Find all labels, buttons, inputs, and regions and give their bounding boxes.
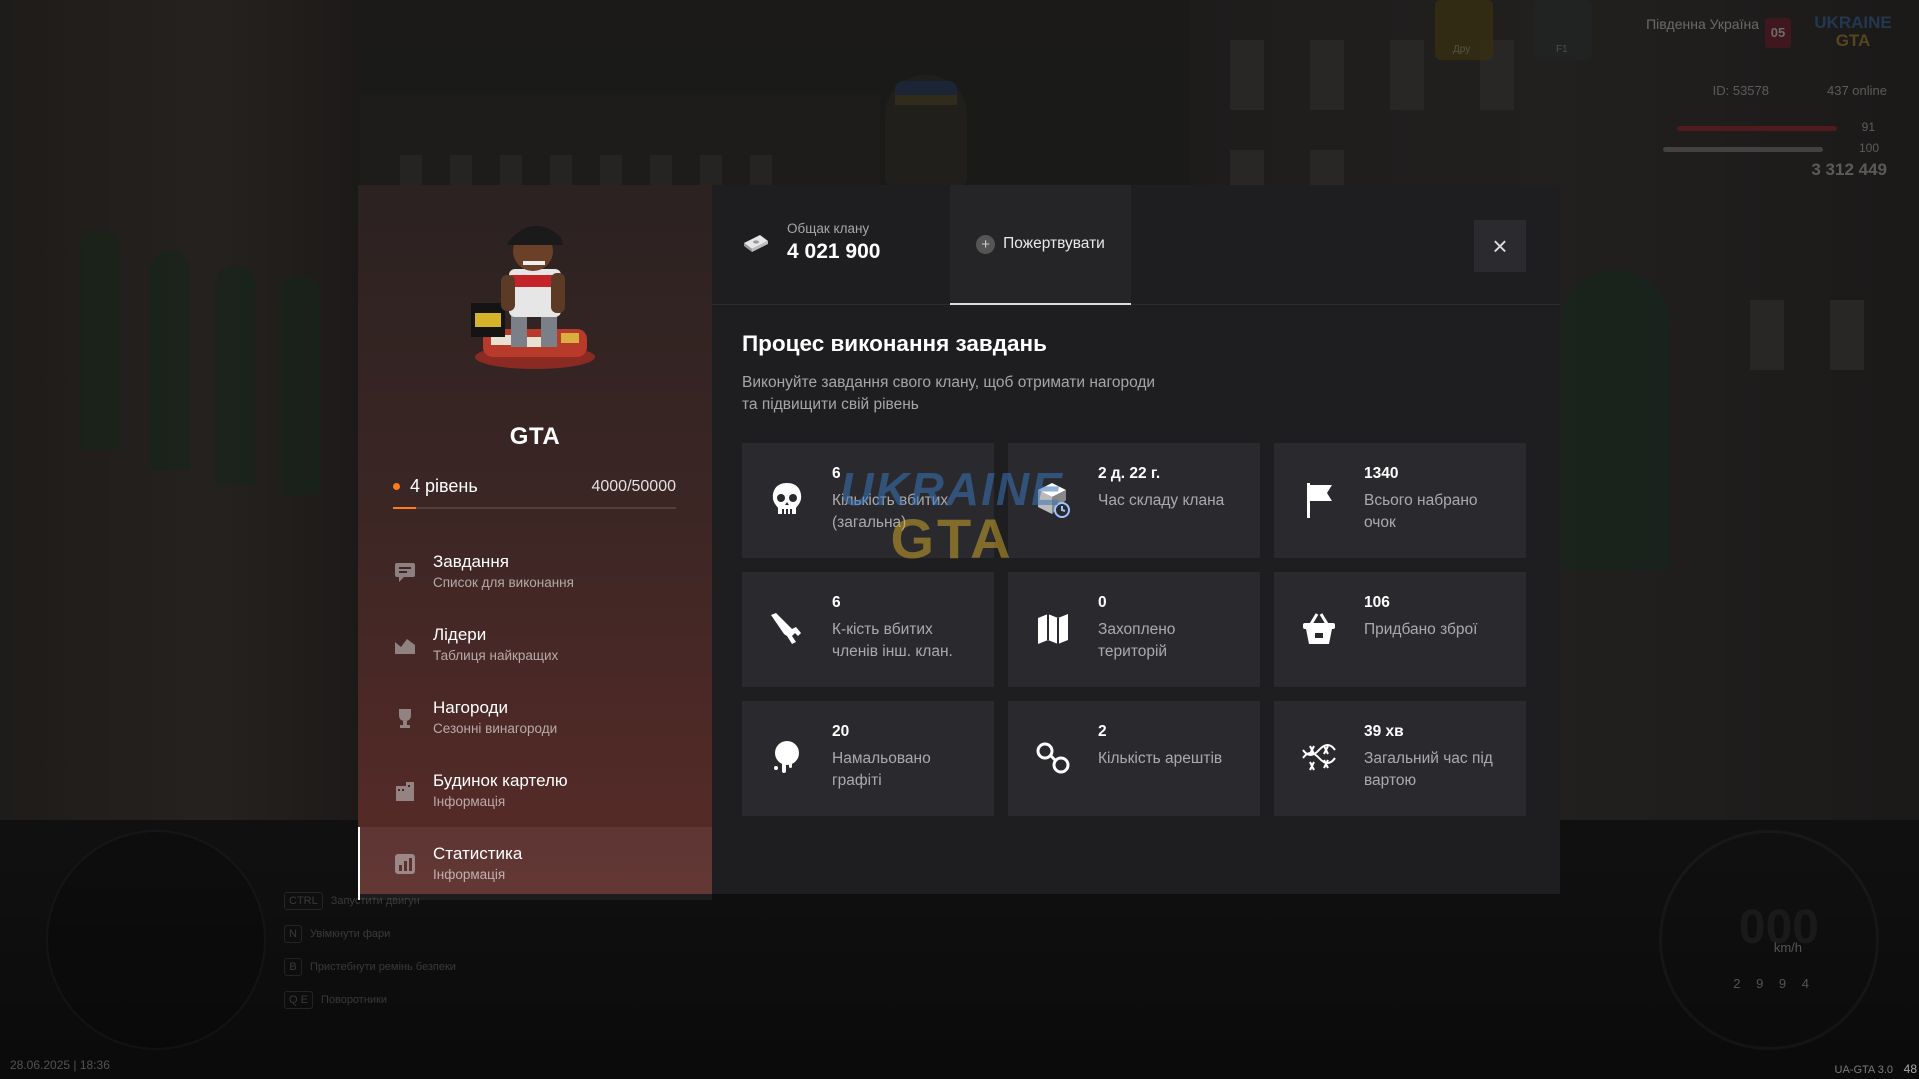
stat-card: 2 д. 22 г. Час складу клана bbox=[1008, 443, 1260, 558]
chat-icon bbox=[395, 562, 415, 582]
stat-value: 1340 bbox=[1364, 465, 1399, 482]
trophy-icon bbox=[399, 708, 411, 728]
stat-value: 6 bbox=[832, 465, 841, 482]
section-description: Виконуйте завдання свого клану, щоб отри… bbox=[742, 374, 1156, 413]
xp-progress-fill bbox=[393, 507, 416, 509]
stats-grid: 6 Кількість вбитих (загальна) 2 д. 22 г.… bbox=[742, 443, 1526, 816]
barbed-wire-icon bbox=[1302, 744, 1336, 771]
menu-subtitle: Список для виконання bbox=[433, 575, 574, 590]
stat-label: Загальний час під вартою bbox=[1364, 750, 1493, 789]
stat-card: 0 Захоплено територій bbox=[1008, 572, 1260, 687]
stat-value: 39 хв bbox=[1364, 723, 1404, 740]
menu-title: Завдання bbox=[433, 552, 509, 571]
menu-subtitle: Таблиця найкращих bbox=[433, 648, 559, 663]
basket-icon bbox=[1303, 613, 1335, 644]
stat-card: 39 хв Загальний час під вартою bbox=[1274, 701, 1526, 816]
level-xp: 4000/50000 bbox=[591, 477, 676, 495]
level-row: 4 рівень 4000/50000 bbox=[393, 476, 676, 497]
plus-icon: + bbox=[976, 234, 996, 254]
building-icon bbox=[396, 781, 414, 801]
stat-value: 6 bbox=[832, 594, 841, 611]
stat-card: 106 Придбано зброї bbox=[1274, 572, 1526, 687]
menu-subtitle: Сезонні винагороди bbox=[433, 721, 558, 736]
donate-button[interactable]: + Пожертвувати bbox=[950, 185, 1131, 305]
menu-item-statistics[interactable]: Статистика Інформація bbox=[358, 827, 712, 900]
map-icon bbox=[1038, 614, 1068, 644]
menu-title: Лідери bbox=[433, 625, 487, 644]
close-button[interactable]: × bbox=[1474, 220, 1526, 272]
money-stack-icon bbox=[744, 234, 768, 252]
stat-value: 2 д. 22 г. bbox=[1098, 465, 1161, 482]
menu-title: Будинок картелю bbox=[433, 771, 568, 790]
stat-value: 106 bbox=[1364, 594, 1390, 611]
skull-icon bbox=[772, 483, 802, 514]
clan-menu: Завдання Список для виконання Лідери Табли… bbox=[358, 535, 712, 900]
menu-item-cartel-house[interactable]: Будинок картелю Інформація bbox=[358, 754, 712, 827]
menu-item-tasks[interactable]: Завдання Список для виконання bbox=[358, 535, 712, 608]
clan-name: GTA bbox=[509, 423, 561, 450]
stat-label: Кількість вбитих (загальна) bbox=[832, 492, 949, 531]
donate-label: Пожертвувати bbox=[1003, 235, 1105, 252]
rifle-icon bbox=[771, 613, 801, 644]
stat-card: 6 К-кість вбитих членів інш. клан. bbox=[742, 572, 994, 687]
stat-label: Кількість арештів bbox=[1098, 750, 1223, 767]
stat-card: 1340 Всього набрано очок bbox=[1274, 443, 1526, 558]
stat-label: Час складу клана bbox=[1098, 492, 1225, 509]
menu-title: Статистика bbox=[433, 844, 523, 863]
stat-label: Захоплено територій bbox=[1098, 621, 1176, 660]
stat-value: 2 bbox=[1098, 723, 1107, 740]
clan-main-panel: Общак клану 4 021 900 + Пожертвувати × П… bbox=[712, 185, 1560, 894]
close-icon: × bbox=[1492, 231, 1508, 261]
stat-value: 0 bbox=[1098, 594, 1107, 611]
menu-subtitle: Інформація bbox=[433, 867, 506, 882]
menu-subtitle: Інформація bbox=[433, 794, 506, 809]
chart-icon bbox=[395, 638, 415, 654]
handcuffs-icon bbox=[1036, 742, 1070, 774]
top-bar: Общак клану 4 021 900 + Пожертвувати × bbox=[712, 185, 1560, 305]
bank-value: 4 021 900 bbox=[787, 240, 881, 263]
clan-modal: GTA 4 рівень 4000/50000 Завдання Список д… bbox=[358, 185, 1560, 900]
stat-card: 6 Кількість вбитих (загальна) bbox=[742, 443, 994, 558]
level-dot-icon bbox=[393, 483, 400, 490]
stat-label: К-кість вбитих членів інш. клан. bbox=[832, 621, 953, 660]
stat-label: Придбано зброї bbox=[1364, 621, 1478, 638]
section-title: Процес виконання завдань bbox=[742, 331, 1047, 356]
menu-item-leaders[interactable]: Лідери Таблиця найкращих bbox=[358, 608, 712, 681]
box-clock-icon bbox=[1038, 483, 1070, 518]
stat-label: Всього набрано очок bbox=[1364, 492, 1478, 531]
paint-drip-icon bbox=[774, 741, 799, 773]
bank-label: Общак клану bbox=[787, 221, 870, 236]
clan-bank: Общак клану 4 021 900 bbox=[742, 221, 880, 264]
stat-value: 20 bbox=[832, 723, 850, 740]
stats-icon bbox=[395, 853, 415, 874]
clan-sidebar: GTA 4 рівень 4000/50000 Завдання Список д… bbox=[358, 185, 712, 900]
stat-label: Намальовано графіті bbox=[832, 750, 931, 789]
flag-icon bbox=[1307, 483, 1332, 518]
clan-avatar bbox=[469, 209, 601, 369]
level-label: 4 рівень bbox=[393, 476, 478, 497]
menu-title: Нагороди bbox=[433, 698, 508, 717]
stat-card: 20 Намальовано графіті bbox=[742, 701, 994, 816]
stat-card: 2 Кількість арештів bbox=[1008, 701, 1260, 816]
menu-item-rewards[interactable]: Нагороди Сезонні винагороди bbox=[358, 681, 712, 754]
xp-progress-bar bbox=[393, 507, 676, 509]
